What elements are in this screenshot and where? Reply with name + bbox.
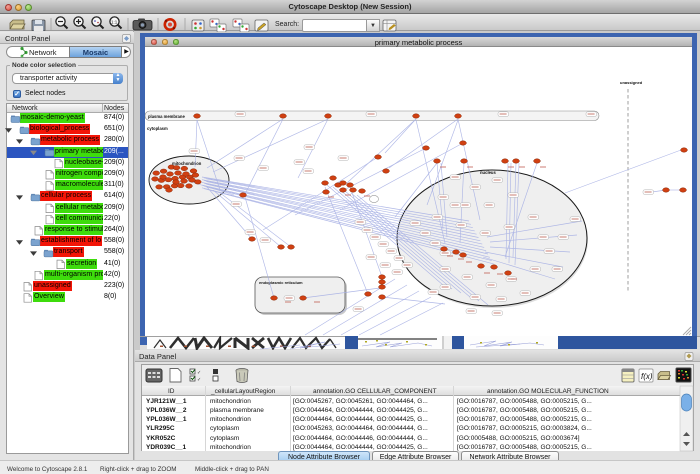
svg-text:cytoplasm: cytoplasm (147, 126, 168, 131)
svg-text:1:1: 1:1 (111, 20, 118, 25)
svg-text:nucleus: nucleus (480, 170, 496, 175)
svg-text:✓: ✓ (197, 377, 201, 383)
svg-text:f(x): f(x) (641, 372, 653, 381)
svg-text:mitochondrion: mitochondrion (172, 161, 202, 166)
svg-text:plasma membrane: plasma membrane (148, 114, 185, 119)
svg-text:unassigned: unassigned (620, 80, 643, 85)
svg-text:endoplasmic reticulum: endoplasmic reticulum (259, 280, 303, 285)
svg-text:✓: ✓ (197, 370, 201, 376)
